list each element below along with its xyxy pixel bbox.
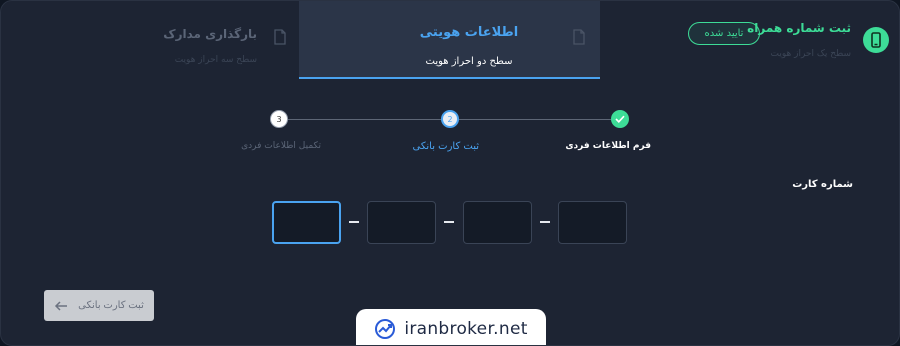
check-icon <box>615 115 625 123</box>
arrow-left-icon <box>55 300 68 311</box>
separator-dash <box>349 221 359 223</box>
submit-bank-card-button[interactable]: ثبت کارت بانکی <box>44 290 154 321</box>
step-pending-indicator: 3 <box>270 110 288 128</box>
step-active-indicator: 2 <box>441 110 459 128</box>
step-label: ثبت کارت بانکی <box>412 141 480 152</box>
watermark-text: iranbroker.net <box>404 319 528 339</box>
document-icon <box>572 29 586 49</box>
phone-icon <box>863 27 889 53</box>
tab-subtitle: سطح یک احراز هویت <box>770 49 852 59</box>
stepper-connector <box>288 119 441 120</box>
tab-title: اطلاعات هویتی <box>419 25 519 40</box>
brand-logo-icon <box>375 319 396 339</box>
submit-label: ثبت کارت بانکی <box>78 300 144 311</box>
step-label: تکمیل اطلاعات فردی <box>241 141 321 151</box>
card-number-input-2[interactable] <box>367 201 436 244</box>
card-number-label: شماره کارت <box>792 179 853 190</box>
card-number-input-4[interactable] <box>558 201 627 244</box>
tab-title: بارگذاری مدارک <box>163 27 257 41</box>
stepper-connector <box>459 119 611 120</box>
tab-subtitle: سطح سه احراز هویت <box>174 55 257 65</box>
watermark: iranbroker.net <box>356 309 546 345</box>
separator-dash <box>444 221 454 223</box>
step-complete-indicator <box>611 110 629 128</box>
tab-identity-info-content: اطلاعات هویتی سطح دو احراز هویت <box>379 25 559 67</box>
card-number-input-1[interactable] <box>272 201 341 244</box>
app-frame: ثبت شماره همراه سطح یک احراز هویت تایید … <box>0 0 900 346</box>
document-icon <box>273 29 287 49</box>
separator-dash <box>540 221 550 223</box>
verified-badge: تایید شده <box>688 22 760 45</box>
step-label: فرم اطلاعات فردی <box>565 141 651 151</box>
tab-upload-documents[interactable]: بارگذاری مدارک سطح سه احراز هویت <box>127 27 257 65</box>
tab-subtitle: سطح دو احراز هویت <box>425 56 513 67</box>
card-number-input-3[interactable] <box>463 201 532 244</box>
